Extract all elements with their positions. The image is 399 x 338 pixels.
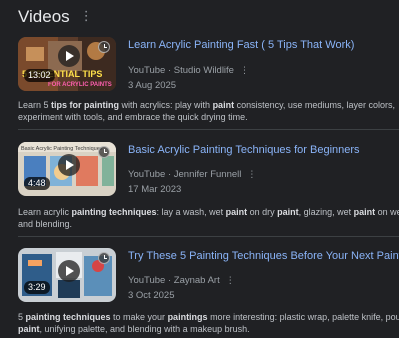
- play-icon[interactable]: [58, 260, 80, 282]
- desc-line-1: Learn acrylic painting techniques: lay a…: [18, 206, 399, 218]
- desc-text: 5: [18, 312, 26, 322]
- desc-line-2: and blending.: [18, 218, 399, 230]
- desc-text: Learn acrylic: [18, 207, 72, 217]
- video-thumbnail[interactable]: Basic Acrylic Painting Techniques 4:48: [18, 142, 116, 196]
- desc-text: on dry: [247, 207, 278, 217]
- desc-text: , unifying palette, and blending with a …: [39, 324, 250, 334]
- play-icon[interactable]: [58, 154, 80, 176]
- desc-text: more interesting: plastic wrap, palette …: [207, 312, 399, 322]
- source-text: YouTube · Studio Wildlife: [128, 65, 234, 76]
- video-date: 3 Oct 2025: [128, 290, 175, 301]
- thumb-caption-1: Basic Acrylic Painting Techniques: [21, 146, 103, 152]
- source-text: YouTube · Zaynab Art: [128, 275, 220, 286]
- video-source: YouTube · Studio Wildlife ⋮: [128, 64, 249, 78]
- thumb-caption-2: FOR ACRYLIC PAINTS: [48, 82, 112, 88]
- video-description: Learn 5 tips for painting with acrylics:…: [18, 99, 399, 123]
- watch-later-icon[interactable]: [98, 252, 110, 264]
- desc-text: on wet,: [377, 207, 399, 217]
- desc-line-2: paint, unifying palette, and blending wi…: [18, 323, 399, 335]
- desc-text: and blending.: [18, 219, 73, 229]
- video-source: YouTube · Jennifer Funnell ⋮: [128, 168, 256, 182]
- desc-line-2: experiment with tools, and embrace the q…: [18, 111, 399, 123]
- bold-keyword: paint: [277, 207, 299, 217]
- play-icon[interactable]: [58, 45, 80, 67]
- source-text: YouTube · Jennifer Funnell: [128, 169, 242, 180]
- section-title: Videos: [18, 7, 70, 26]
- bold-keyword: paint: [353, 207, 376, 217]
- more-options-icon[interactable]: ⋮: [240, 66, 249, 76]
- bold-keyword: paint: [18, 324, 40, 334]
- desc-text: Learn 5: [18, 100, 52, 110]
- more-options-icon[interactable]: ⋮: [226, 276, 235, 286]
- result-divider: [18, 236, 399, 237]
- video-date: 3 Aug 2025: [128, 80, 177, 91]
- watch-later-icon[interactable]: [98, 146, 110, 158]
- video-source: YouTube · Zaynab Art ⋮: [128, 274, 235, 288]
- desc-line-1: Learn 5 tips for painting with acrylics:…: [18, 99, 399, 111]
- duration-badge: 4:48: [24, 177, 50, 190]
- desc-text: with acrylics: play with: [119, 100, 213, 110]
- bold-keyword: paint: [212, 100, 235, 110]
- video-description: 5 painting techniques to make your paint…: [18, 311, 399, 335]
- bold-keyword: paint: [225, 207, 248, 217]
- video-title-link[interactable]: Basic Acrylic Painting Techniques for Be…: [128, 143, 360, 157]
- desc-text: consistency, use mediums, layer colors,: [234, 100, 395, 110]
- bold-keyword: tips for painting: [51, 100, 120, 110]
- video-thumbnail[interactable]: 5 ESSENTIAL TIPS FOR ACRYLIC PAINTS 13:0…: [18, 37, 116, 91]
- video-title-link[interactable]: Learn Acrylic Painting Fast ( 5 Tips Tha…: [128, 38, 354, 52]
- bold-keyword: painting techniques: [71, 207, 157, 217]
- video-date: 17 Mar 2023: [128, 184, 182, 195]
- desc-text: , glazing, wet: [298, 207, 354, 217]
- desc-line-1: 5 painting techniques to make your paint…: [18, 311, 399, 323]
- more-options-icon[interactable]: ⋮: [247, 170, 256, 180]
- vertical-ellipsis-icon[interactable]: ⋮: [80, 6, 93, 28]
- video-thumbnail[interactable]: 3:29: [18, 248, 116, 302]
- watch-later-icon[interactable]: [98, 41, 110, 53]
- video-title-link[interactable]: Try These 5 Painting Techniques Before Y…: [128, 249, 399, 263]
- desc-text: to make your: [110, 312, 168, 322]
- duration-badge: 13:02: [24, 69, 55, 82]
- video-description: Learn acrylic painting techniques: lay a…: [18, 206, 399, 230]
- desc-text: : lay a wash, wet: [156, 207, 226, 217]
- result-divider: [18, 129, 399, 130]
- videos-header: Videos ⋮: [18, 6, 93, 28]
- desc-text: experiment with tools, and embrace the q…: [18, 112, 248, 122]
- duration-badge: 3:29: [24, 281, 50, 294]
- bold-keyword: paintings: [167, 312, 208, 322]
- bold-keyword: painting techniques: [25, 312, 111, 322]
